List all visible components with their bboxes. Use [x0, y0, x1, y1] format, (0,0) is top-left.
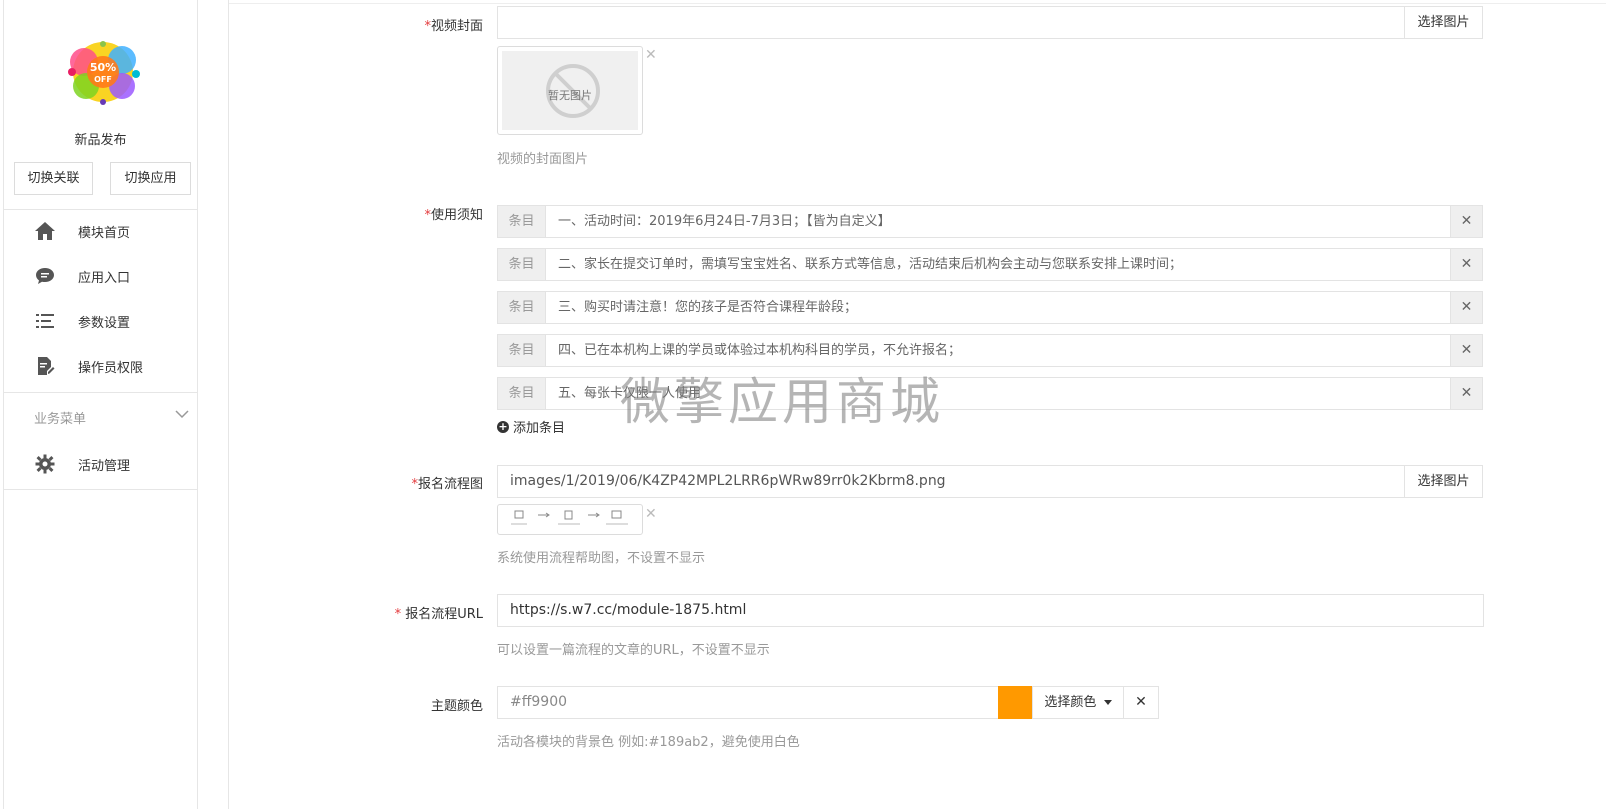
select-image-button[interactable]: 选择图片: [1404, 465, 1483, 498]
flow-diagram-image: [511, 510, 628, 525]
divider: [4, 209, 197, 210]
add-item-label: 添加条目: [513, 421, 566, 436]
notice-item-input[interactable]: 二、家长在提交订单时，需填写宝宝姓名、联系方式等信息，活动结束后机构会主动与您联…: [558, 249, 1182, 280]
video-cover-help: 视频的封面图片: [497, 152, 589, 167]
sidebar-item-label: 应用入口: [78, 270, 131, 286]
flow-image-input[interactable]: images/1/2019/06/K4ZP42MPL2LRR6pWRw89rr0…: [497, 465, 1405, 498]
flow-url-label: * 报名流程URL: [394, 607, 483, 622]
plus-circle-icon: +: [497, 419, 509, 433]
select-color-label: 选择颜色: [1044, 695, 1097, 710]
video-cover-thumbnail: 暂无图片: [497, 46, 643, 135]
item-tag: 条目: [498, 206, 546, 237]
clear-color-icon[interactable]: ✕: [1123, 686, 1159, 719]
no-image-text: 暂无图片: [548, 89, 592, 102]
notice-item-input[interactable]: 四、已在本机构上课的学员或体验过本机构科目的学员，不允许报名；: [558, 335, 961, 366]
theme-color-label: 主题颜色: [430, 699, 483, 714]
list-settings-icon: [34, 310, 56, 332]
theme-color-input[interactable]: #ff9900: [497, 686, 999, 719]
remove-image-icon[interactable]: ✕: [645, 506, 657, 522]
sidebar-item-module-home[interactable]: 模块首页: [4, 213, 197, 249]
group-title: 业务菜单: [34, 412, 87, 427]
switch-link-button[interactable]: 切换关联: [14, 162, 93, 195]
item-tag: 条目: [498, 292, 546, 323]
item-tag: 条目: [498, 378, 546, 409]
notice-item-input[interactable]: 五、每张卡仅限一人使用: [558, 378, 701, 409]
sidebar-item-label: 操作员权限: [78, 360, 144, 376]
chat-bubble-icon: [34, 265, 56, 287]
sidebar-item-activity-management[interactable]: 活动管理: [4, 446, 197, 482]
video-cover-input[interactable]: [497, 6, 1405, 39]
svg-text:50%: 50%: [90, 61, 116, 74]
notice-item-row: 条目 二、家长在提交订单时，需填写宝宝姓名、联系方式等信息，活动结束后机构会主动…: [497, 248, 1483, 281]
item-tag: 条目: [498, 335, 546, 366]
document-edit-icon: [34, 355, 56, 377]
notice-item-row: 条目 五、每张卡仅限一人使用 ✕: [497, 377, 1483, 410]
notice-item-input[interactable]: 一、活动时间：2019年6月24日-7月3日；【皆为自定义】: [558, 206, 891, 237]
gear-icon: [34, 453, 56, 475]
home-icon: [34, 220, 56, 242]
remove-image-icon[interactable]: ✕: [645, 47, 657, 63]
video-cover-label: *视频封面: [424, 19, 483, 34]
flow-image-thumbnail: [497, 504, 643, 535]
sidebar-item-label: 活动管理: [78, 458, 131, 474]
sidebar: 50% OFF 新品发布 切换关联 切换应用 模块首页 应用入口 参数设置 操作…: [3, 0, 198, 809]
flow-image-label: *报名流程图: [411, 477, 483, 492]
app-name: 新品发布: [74, 133, 127, 148]
notice-item-row: 条目 四、已在本机构上课的学员或体验过本机构科目的学员，不允许报名； ✕: [497, 334, 1483, 367]
placeholder-image: 暂无图片: [502, 51, 638, 130]
sidebar-item-label: 模块首页: [78, 225, 131, 241]
sidebar-item-app-entry[interactable]: 应用入口: [4, 258, 197, 294]
delete-item-icon[interactable]: ✕: [1450, 249, 1482, 280]
notice-item-row: 条目 一、活动时间：2019年6月24日-7月3日；【皆为自定义】 ✕: [497, 205, 1483, 238]
notice-label: *使用须知: [424, 208, 483, 223]
select-color-button[interactable]: 选择颜色: [1032, 686, 1124, 719]
delete-item-icon[interactable]: ✕: [1450, 378, 1482, 409]
flow-url-input[interactable]: https://s.w7.cc/module-1875.html: [497, 594, 1484, 627]
sidebar-item-label: 参数设置: [78, 315, 131, 331]
add-item-button[interactable]: + 添加条目: [497, 417, 565, 436]
delete-item-icon[interactable]: ✕: [1450, 292, 1482, 323]
flow-image-help: 系统使用流程帮助图，不设置不显示: [497, 551, 706, 566]
select-image-button[interactable]: 选择图片: [1404, 6, 1483, 39]
notice-item-input[interactable]: 三、购买时请注意！您的孩子是否符合课程年龄段；: [558, 292, 857, 323]
top-border: [229, 3, 1606, 4]
divider: [4, 392, 197, 393]
item-tag: 条目: [498, 249, 546, 280]
divider: [4, 489, 197, 490]
theme-color-help: 活动各模块的背景色 例如:#189ab2，避免使用白色: [497, 735, 800, 750]
sidebar-item-param-settings[interactable]: 参数设置: [4, 303, 197, 339]
sidebar-item-operator-permissions[interactable]: 操作员权限: [4, 348, 197, 384]
svg-text:OFF: OFF: [94, 75, 112, 84]
content-border: [228, 0, 229, 809]
caret-down-icon: [1103, 700, 1112, 705]
delete-item-icon[interactable]: ✕: [1450, 335, 1482, 366]
notice-item-row: 条目 三、购买时请注意！您的孩子是否符合课程年龄段； ✕: [497, 291, 1483, 324]
flow-url-help: 可以设置一篇流程的文章的URL，不设置不显示: [497, 643, 770, 658]
switch-app-button[interactable]: 切换应用: [110, 162, 191, 195]
delete-item-icon[interactable]: ✕: [1450, 206, 1482, 237]
chevron-down-icon[interactable]: [174, 406, 190, 422]
color-swatch[interactable]: [998, 686, 1033, 719]
app-logo: 50% OFF: [68, 41, 140, 105]
